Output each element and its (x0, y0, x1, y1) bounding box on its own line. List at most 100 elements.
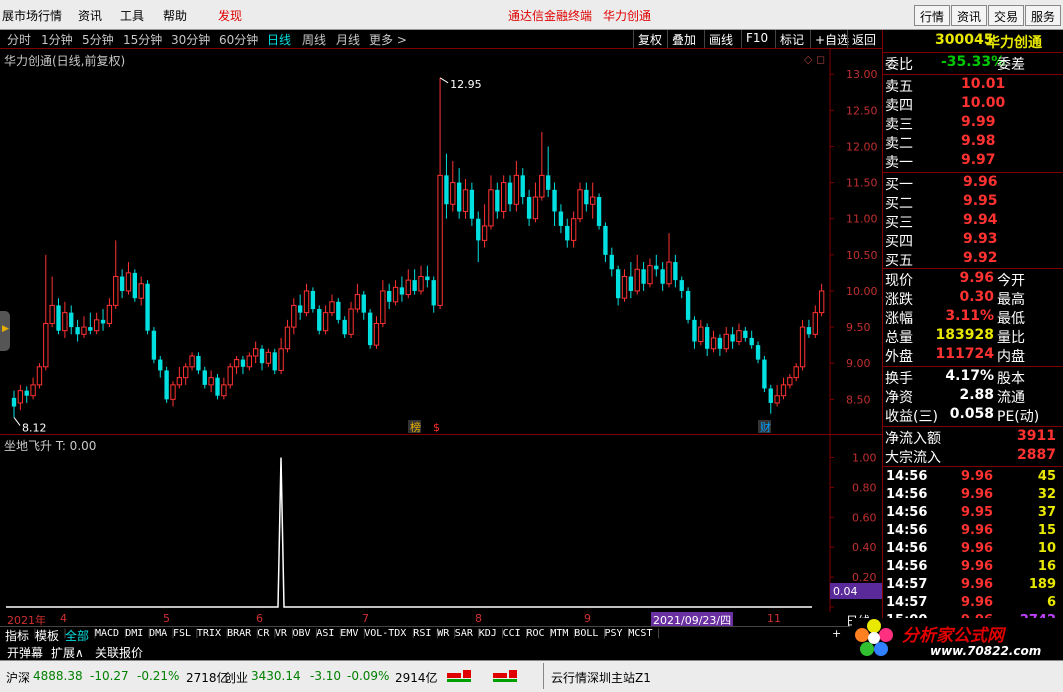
candle (628, 262, 634, 299)
period-5min[interactable]: 5分钟 (82, 31, 114, 48)
cy-change: -3.10 (310, 669, 342, 683)
indicator-tab[interactable]: MCST (628, 628, 652, 639)
ask-row[interactable]: 卖四 10.00 (883, 95, 1063, 114)
trade-volume: 10 (1037, 541, 1056, 556)
period-weekly[interactable]: 周线 (302, 31, 326, 48)
period-monthly[interactable]: 月线 (336, 31, 360, 48)
period-60min[interactable]: 60分钟 (219, 31, 258, 48)
trade-volume: 32 (1037, 487, 1056, 502)
candle (170, 381, 176, 407)
menu-discover[interactable]: 发现 (218, 7, 242, 24)
y-tick-label: 12.00 (846, 140, 878, 153)
menu-market[interactable]: 展市场行情 (2, 7, 62, 24)
back-button[interactable]: 返回 (847, 30, 880, 48)
indicator-tab[interactable]: PSY (605, 628, 623, 639)
candle (227, 363, 233, 389)
overlay-button[interactable]: 叠加 (667, 30, 700, 48)
bid-price: 9.93 (963, 231, 998, 247)
indicator-tab[interactable]: BOLL (574, 628, 598, 639)
period-intraday[interactable]: 分时 (7, 31, 31, 48)
period-toolbar: 分时 1分钟 5分钟 15分钟 30分钟 60分钟 日线 周线 月线 更多 > … (0, 30, 882, 48)
bid-row[interactable]: 买四 9.93 (883, 231, 1063, 250)
event-marker[interactable]: $ (433, 421, 440, 434)
indicator-tab[interactable]: 全部 (65, 627, 89, 644)
candle (221, 377, 227, 400)
bid-row[interactable]: 买二 9.95 (883, 193, 1063, 212)
indicator-tab[interactable]: 指标 (5, 627, 29, 644)
indicator-tab[interactable]: DMI (125, 628, 143, 639)
adjust-button[interactable]: 复权 (633, 30, 666, 48)
indicator-tab[interactable]: TRIX (197, 628, 221, 639)
trade-button[interactable]: 交易 (988, 5, 1025, 26)
ask-row[interactable]: 卖一 9.97 (883, 152, 1063, 171)
indicator-tab[interactable]: ASI (316, 628, 334, 639)
candle (673, 254, 678, 288)
mark-button[interactable]: 标记 (775, 30, 808, 48)
trade-price: 9.96 (961, 559, 994, 574)
indicator-tab[interactable]: FSL (173, 628, 191, 639)
indicator-tab[interactable]: VR (275, 628, 287, 639)
period-more[interactable]: 更多 > (369, 31, 407, 48)
trade-time: 14:56 (886, 541, 928, 556)
candle (418, 265, 424, 295)
ask-row[interactable]: 卖二 9.98 (883, 133, 1063, 152)
kline-chart-panel[interactable]: 华力创通(日线,前复权) ◇ ◻ ▶ 13.00 12.50 12.00 11.50 1… (0, 48, 882, 435)
sh-amount: 2718亿 (186, 671, 229, 685)
app-title: 通达信金融终端 (508, 9, 593, 23)
candle (354, 283, 361, 313)
indicator-tab[interactable]: CR (257, 628, 269, 639)
indicator-tab[interactable]: MTM (550, 628, 568, 639)
ind-y-tick-label: 0.40 (852, 541, 877, 554)
candle (119, 269, 125, 299)
fund-value: 4.17% (945, 368, 994, 384)
bid-row[interactable]: 买三 9.94 (883, 212, 1063, 231)
ask-label: 卖四 (885, 98, 913, 114)
ask-row[interactable]: 卖五 10.01 (883, 76, 1063, 95)
indicator-tab[interactable]: OBV (293, 628, 311, 639)
ask-row[interactable]: 卖三 9.99 (883, 114, 1063, 133)
period-30min[interactable]: 30分钟 (171, 31, 210, 48)
indicator-tab[interactable]: 模板 (35, 627, 59, 644)
indicator-tab[interactable]: ROC (527, 628, 545, 639)
candle (138, 276, 144, 306)
f10-button[interactable]: F10 (741, 30, 772, 48)
menu-help[interactable]: 帮助 (163, 7, 187, 24)
indicator-tab[interactable]: RSI (413, 628, 431, 639)
indicator-tab[interactable]: SAR (455, 628, 473, 639)
watermark: 分析家公式网 www.70822.com (852, 618, 1063, 660)
cy-amount: 2914亿 (395, 671, 438, 685)
indicator-tab[interactable]: CCI (503, 628, 521, 639)
related-quote-tab[interactable]: 关联报价 (95, 644, 143, 661)
menu-tools[interactable]: 工具 (120, 7, 144, 24)
period-1min[interactable]: 1分钟 (41, 31, 73, 48)
indicator-tab[interactable]: VOL-TDX (364, 628, 406, 639)
indicator-tab[interactable]: KDJ (479, 628, 497, 639)
period-daily[interactable]: 日线 (267, 31, 291, 48)
period-15min[interactable]: 15分钟 (123, 31, 162, 48)
bid-row[interactable]: 买一 9.96 (883, 174, 1063, 193)
candle (17, 384, 24, 411)
server-name[interactable]: 云行情深圳主站Z1 (551, 669, 651, 686)
trade-row: 14:56 9.96 45 (883, 469, 1063, 487)
indicator-tab[interactable]: MACD (95, 628, 119, 639)
service-button[interactable]: 服务 (1025, 5, 1062, 26)
indicator-panel[interactable]: 坐地飞升 T: 0.00 1.00 0.80 0.60 0.40 0.20 0.04 (0, 434, 882, 615)
indicator-tab[interactable]: BRAR (227, 628, 251, 639)
bid-row[interactable]: 买五 9.92 (883, 250, 1063, 269)
quote-button[interactable]: 行情 (914, 5, 951, 26)
news-button[interactable]: 资讯 (951, 5, 988, 26)
draw-button[interactable]: 画线 (704, 30, 737, 48)
expand-tab[interactable]: 扩展∧ (51, 644, 84, 661)
danmaku-tab[interactable]: 开弹幕 (7, 644, 43, 661)
tabs-plus-icon[interactable]: + (832, 627, 844, 641)
y-tick-label: 9.00 (846, 357, 871, 370)
menu-bar: 展市场行情 资讯 工具 帮助 发现 通达信金融终端 华力创通 行情 资讯 交易 … (0, 0, 1063, 30)
candle (723, 327, 729, 353)
event-marker[interactable]: 财 (760, 420, 771, 434)
indicator-tab[interactable]: DMA (149, 628, 167, 639)
menu-news[interactable]: 资讯 (78, 7, 102, 24)
candle (278, 337, 284, 375)
indicator-tab[interactable]: EMV (340, 628, 358, 639)
event-marker[interactable]: 榜 (410, 420, 421, 434)
indicator-tab[interactable]: WR (437, 628, 449, 639)
